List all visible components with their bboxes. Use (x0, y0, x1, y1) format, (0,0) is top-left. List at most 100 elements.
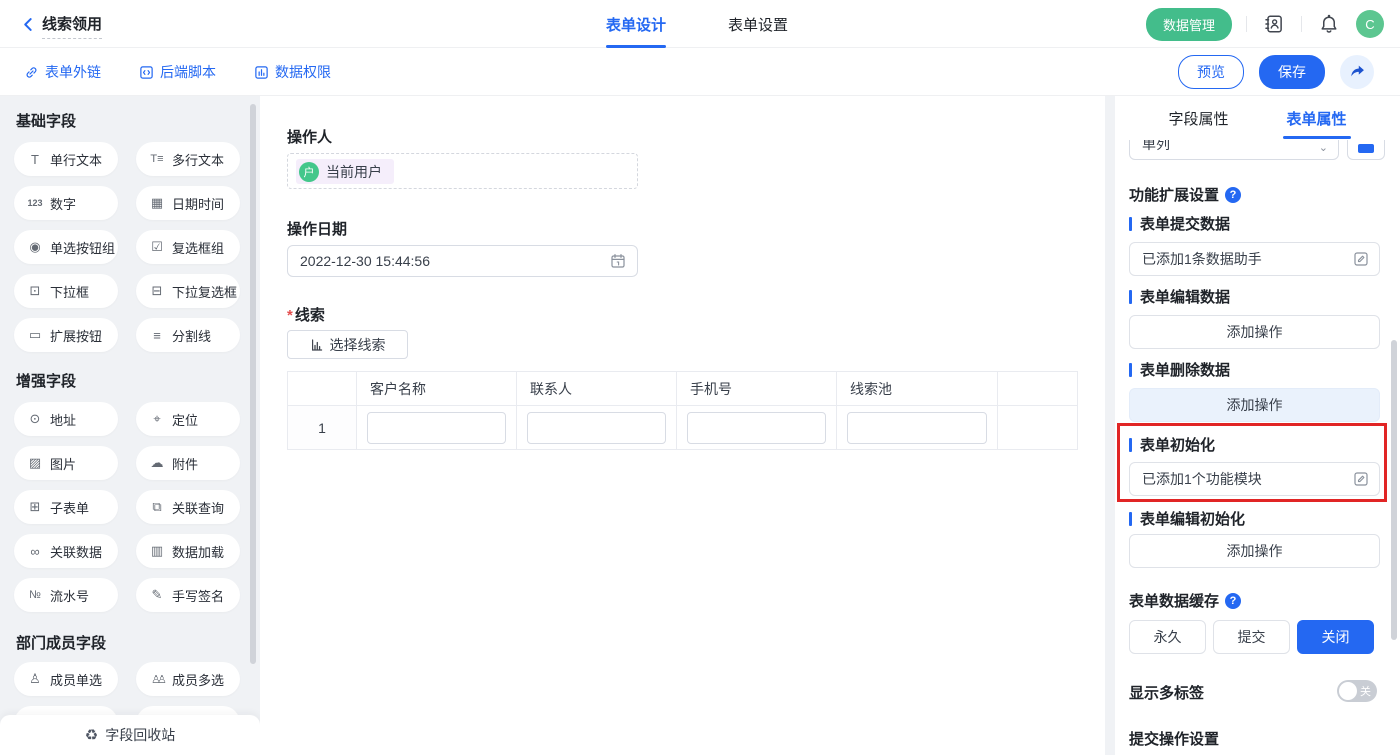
field-number[interactable]: 123数字 (14, 186, 118, 220)
field-checkbox-group[interactable]: ☑复选框组 (136, 230, 240, 264)
section-title-member-fields: 部门成员字段 (16, 632, 106, 653)
subtable-row: 1 (288, 406, 1078, 450)
data-manage-button[interactable]: 数据管理 (1146, 8, 1232, 41)
chevron-down-icon: ⌄ (1319, 141, 1328, 154)
field-divider-line[interactable]: ≡分割线 (136, 318, 240, 352)
field-subform[interactable]: ⊞ 子表单 (14, 490, 118, 524)
multi-tab-toggle[interactable]: 关 (1337, 680, 1377, 702)
divider-line-icon: ≡ (149, 328, 165, 343)
bell-icon (1319, 14, 1339, 34)
field-data-load[interactable]: ▥数据加载 (136, 534, 240, 568)
edit-init-add-button[interactable]: 添加操作 (1129, 534, 1380, 568)
contact-book-button[interactable] (1261, 11, 1287, 37)
field-recycle-bin[interactable]: ♻ 字段回收站 (0, 715, 260, 755)
submit-ops-title: 提交操作设置 (1129, 728, 1219, 749)
submit-ops-text: 提交操作设置 (1129, 728, 1219, 749)
save-button[interactable]: 保存 (1259, 55, 1325, 89)
user-avatar[interactable]: C (1356, 10, 1384, 38)
back-button[interactable] (16, 12, 40, 36)
divider (1301, 16, 1302, 32)
field-label: 子表单 (50, 498, 89, 517)
contact-cell-input[interactable] (527, 412, 666, 444)
field-member-single[interactable]: ♙成员单选 (14, 662, 118, 696)
field-single-line-text[interactable]: T单行文本 (14, 142, 118, 176)
field-radio-group[interactable]: ◉单选按钮组 (14, 230, 118, 264)
field-label: 扩展按钮 (50, 326, 102, 345)
script-icon (139, 65, 154, 80)
field-label: 关联查询 (172, 498, 224, 517)
field-relation-query[interactable]: ⧉关联查询 (136, 490, 240, 524)
calendar-icon (610, 253, 626, 269)
field-multi-dropdown[interactable]: ⊟下拉复选框 (136, 274, 240, 308)
layout-select[interactable]: 单列 ⌄ (1129, 140, 1339, 160)
select-clue-button[interactable]: 选择线索 (287, 330, 408, 359)
serial-number-icon: № (27, 589, 43, 601)
delete-data-add-button[interactable]: 添加操作 (1129, 388, 1380, 422)
field-serial-number[interactable]: №流水号 (14, 578, 118, 612)
extend-button-icon: ▭ (27, 327, 43, 343)
help-icon[interactable] (1225, 187, 1241, 203)
form-init-input[interactable]: 已添加1个功能模块 (1129, 462, 1380, 496)
data-permission-link[interactable]: 数据权限 (254, 62, 331, 82)
phone-cell-input[interactable] (687, 412, 826, 444)
preview-button[interactable]: 预览 (1178, 55, 1244, 89)
field-member-multi[interactable]: ♙♙ 成员多选 (136, 662, 240, 696)
field-address[interactable]: ⊙地址 (14, 402, 118, 436)
field-label: 下拉框 (50, 282, 89, 301)
data-cache-text: 表单数据缓存 (1129, 590, 1219, 611)
location-icon: ⌖ (149, 411, 165, 427)
tab-form-settings[interactable]: 表单设置 (728, 0, 788, 48)
subform-icon: ⊞ (27, 499, 43, 515)
backend-script-link[interactable]: 后端脚本 (139, 62, 216, 82)
recycle-icon: ♻ (85, 726, 98, 744)
field-label: 多行文本 (172, 150, 224, 169)
field-label: 手写签名 (172, 586, 224, 605)
help-icon[interactable] (1225, 593, 1241, 609)
edit-icon[interactable] (1353, 471, 1369, 487)
single-line-text-icon: T (27, 152, 43, 167)
field-relation-data[interactable]: ∞关联数据 (14, 534, 118, 568)
delete-data-text: 表单删除数据 (1140, 359, 1230, 380)
field-multi-line-text[interactable]: T≡多行文本 (136, 142, 240, 176)
form-toolbar: 表单外链 后端脚本 数据权限 预览 保存 (0, 48, 1400, 96)
field-signature[interactable]: ✎手写签名 (136, 578, 240, 612)
header-actions: 数据管理 C (1146, 0, 1384, 48)
current-user-chip[interactable]: 户 当前用户 (296, 159, 394, 184)
field-label: 下拉复选框 (172, 282, 237, 301)
field-datetime[interactable]: ▦日期时间 (136, 186, 240, 220)
tab-field-properties[interactable]: 字段属性 (1168, 96, 1228, 140)
header-tabs: 表单设计 表单设置 (606, 0, 788, 48)
form-external-link[interactable]: 表单外链 (24, 62, 101, 82)
notification-button[interactable] (1316, 11, 1342, 37)
sidebar-scrollbar[interactable] (250, 104, 256, 664)
cache-option-forever[interactable]: 永久 (1129, 620, 1206, 654)
date-value-input[interactable] (288, 253, 610, 269)
properties-panel: 字段属性 表单属性 单列 ⌄ 功能扩展设置 表单提交数据 已添加1条数据助手 表… (1115, 96, 1400, 755)
submit-data-input[interactable]: 已添加1条数据助手 (1129, 242, 1380, 276)
tab-form-properties[interactable]: 表单属性 (1287, 96, 1347, 140)
operator-field[interactable]: 户 当前用户 (287, 153, 638, 189)
field-extend-button[interactable]: ▭ 扩展按钮 (14, 318, 118, 352)
customer-name-cell-input[interactable] (367, 412, 506, 444)
cache-option-submit[interactable]: 提交 (1213, 620, 1290, 654)
tab-form-design[interactable]: 表单设计 (606, 0, 666, 48)
panel-scrollbar[interactable] (1391, 340, 1397, 640)
field-attachment[interactable]: ☁附件 (136, 446, 240, 480)
field-image[interactable]: ▨图片 (14, 446, 118, 480)
cache-option-close[interactable]: 关闭 (1297, 620, 1374, 654)
form-init-section-title: 表单初始化 (1129, 434, 1215, 455)
layout-action-button[interactable] (1347, 140, 1385, 160)
share-button[interactable] (1340, 55, 1374, 89)
column-header-phone: 手机号 (677, 372, 837, 406)
layout-action-icon (1358, 144, 1374, 153)
page-title[interactable]: 线索领用 (42, 13, 102, 39)
field-dropdown[interactable]: ⊡下拉框 (14, 274, 118, 308)
people-icon: ♙♙ (149, 673, 165, 686)
data-permission-icon (254, 65, 269, 80)
operate-date-input[interactable] (287, 245, 638, 277)
field-label: 成员多选 (172, 670, 224, 689)
edit-data-add-button[interactable]: 添加操作 (1129, 315, 1380, 349)
field-location[interactable]: ⌖定位 (136, 402, 240, 436)
edit-icon[interactable] (1353, 251, 1369, 267)
clue-pool-cell-input[interactable] (847, 412, 987, 444)
